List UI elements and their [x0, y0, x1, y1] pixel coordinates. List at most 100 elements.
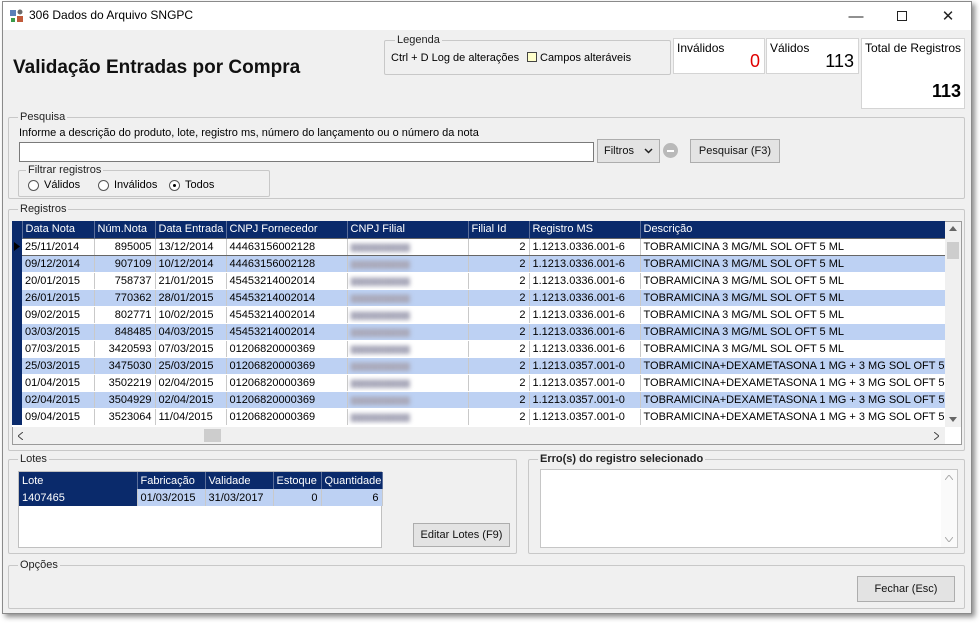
scroll-thumb[interactable]	[204, 429, 221, 442]
search-input[interactable]	[19, 142, 594, 162]
data-nota-cell[interactable]: 09/02/2015	[22, 306, 95, 324]
cnpj-fornecedor-cell[interactable]: 01206820000369	[226, 357, 348, 375]
cnpj-filial-cell[interactable]: ████████████	[347, 408, 469, 426]
cnpj-fornecedor-cell[interactable]: 44463156002128	[226, 255, 348, 273]
data-nota-cell[interactable]: 09/12/2014	[22, 255, 95, 273]
lotes-col-header[interactable]: Validade	[205, 472, 274, 489]
filial-id-cell[interactable]: 2	[468, 272, 530, 290]
filial-id-cell[interactable]: 2	[468, 357, 530, 375]
data-entrada-cell[interactable]: 25/03/2015	[155, 357, 227, 375]
edit-lotes-button[interactable]: Editar Lotes (F9)	[413, 523, 510, 547]
data-nota-cell[interactable]: 01/04/2015	[22, 374, 95, 392]
registro-ms-cell[interactable]: 1.1213.0336.001-6	[529, 306, 641, 324]
data-nota-cell[interactable]: 07/03/2015	[22, 340, 95, 358]
col-header[interactable]: Núm.Nota	[94, 221, 156, 238]
data-entrada-cell[interactable]: 13/12/2014	[155, 237, 227, 256]
filial-id-cell[interactable]: 2	[468, 408, 530, 426]
table-row[interactable]: 01/04/2015 3502219 02/04/2015 0120682000036…	[12, 374, 945, 392]
data-entrada-cell[interactable]: 10/02/2015	[155, 306, 227, 324]
cnpj-fornecedor-cell[interactable]: 01206820000369	[226, 374, 348, 392]
row-indicator[interactable]	[12, 306, 22, 323]
table-row[interactable]: 20/01/2015 758737 21/01/2015 45453214002014…	[12, 272, 945, 290]
filters-dropdown[interactable]: Filtros	[597, 139, 660, 163]
cnpj-filial-cell[interactable]: ████████████	[347, 323, 469, 341]
descricao-cell[interactable]: TOBRAMICINA 3 MG/ML SOL OFT 5 ML	[640, 323, 945, 341]
data-nota-cell[interactable]: 20/01/2015	[22, 272, 95, 290]
table-row[interactable]: 03/03/2015 848485 04/03/2015 45453214002014…	[12, 323, 945, 341]
row-indicator[interactable]	[12, 391, 22, 408]
lotes-row[interactable]: 1407465 01/03/2015 31/03/2017 0 6	[19, 489, 383, 506]
num-nota-cell[interactable]: 895005	[94, 237, 156, 256]
scroll-down-icon[interactable]	[945, 537, 953, 542]
filial-id-cell[interactable]: 2	[468, 340, 530, 358]
cnpj-filial-cell[interactable]: ████████████	[347, 357, 469, 375]
close-button[interactable]: Fechar (Esc)	[857, 576, 955, 602]
data-nota-cell[interactable]: 02/04/2015	[22, 391, 95, 409]
quantidade-cell[interactable]: 6	[321, 489, 383, 506]
data-nota-cell[interactable]: 09/04/2015	[22, 408, 95, 426]
cnpj-filial-cell[interactable]: ████████████	[347, 374, 469, 392]
descricao-cell[interactable]: TOBRAMICINA+DEXAMETASONA 1 MG + 3 MG SOL…	[640, 357, 945, 375]
cnpj-fornecedor-cell[interactable]: 44463156002128	[226, 237, 348, 256]
row-indicator[interactable]	[12, 408, 22, 425]
col-header[interactable]: Registro MS	[529, 221, 641, 238]
cnpj-filial-cell[interactable]: ████████████	[347, 255, 469, 273]
num-nota-cell[interactable]: 758737	[94, 272, 156, 290]
row-indicator[interactable]	[12, 272, 22, 289]
cnpj-filial-cell[interactable]: ████████████	[347, 272, 469, 290]
registro-ms-cell[interactable]: 1.1213.0357.001-0	[529, 374, 641, 392]
current-row-indicator[interactable]	[12, 238, 22, 255]
descricao-cell[interactable]: TOBRAMICINA 3 MG/ML SOL OFT 5 ML	[640, 340, 945, 358]
data-nota-cell[interactable]: 26/01/2015	[22, 289, 95, 307]
col-header[interactable]: Filial Id	[468, 221, 530, 238]
table-row[interactable]: 26/01/2015 770362 28/01/2015 45453214002014…	[12, 289, 945, 307]
num-nota-cell[interactable]: 802771	[94, 306, 156, 324]
filial-id-cell[interactable]: 2	[468, 391, 530, 409]
data-entrada-cell[interactable]: 07/03/2015	[155, 340, 227, 358]
descricao-cell[interactable]: TOBRAMICINA 3 MG/ML SOL OFT 5 ML	[640, 272, 945, 290]
col-header[interactable]: Descrição	[640, 221, 945, 238]
cnpj-fornecedor-cell[interactable]: 45453214002014	[226, 289, 348, 307]
data-entrada-cell[interactable]: 28/01/2015	[155, 289, 227, 307]
data-entrada-cell[interactable]: 02/04/2015	[155, 391, 227, 409]
scroll-left-icon[interactable]	[18, 432, 23, 440]
records-vertical-scrollbar[interactable]	[945, 222, 961, 427]
row-indicator[interactable]	[12, 323, 22, 340]
registro-ms-cell[interactable]: 1.1213.0357.001-0	[529, 408, 641, 426]
row-indicator[interactable]	[12, 340, 22, 357]
row-indicator[interactable]	[12, 357, 22, 374]
row-indicator[interactable]	[12, 374, 22, 391]
registro-ms-cell[interactable]: 1.1213.0336.001-6	[529, 272, 641, 290]
radio-all[interactable]: Todos	[169, 179, 214, 191]
lote-cell[interactable]: 1407465	[19, 489, 138, 506]
registro-ms-cell[interactable]: 1.1213.0336.001-6	[529, 255, 641, 273]
num-nota-cell[interactable]: 907109	[94, 255, 156, 273]
radio-invalid[interactable]: Inválidos	[98, 179, 157, 191]
filial-id-cell[interactable]: 2	[468, 306, 530, 324]
data-entrada-cell[interactable]: 02/04/2015	[155, 374, 227, 392]
scroll-right-icon[interactable]	[934, 432, 939, 440]
table-row[interactable]: 07/03/2015 3420593 07/03/2015 0120682000036…	[12, 340, 945, 358]
clear-filter-button[interactable]	[663, 143, 678, 158]
num-nota-cell[interactable]: 3502219	[94, 374, 156, 392]
table-row[interactable]: 25/11/2014 895005 13/12/2014 44463156002128…	[12, 237, 945, 256]
scroll-thumb[interactable]	[947, 242, 959, 259]
close-window-button[interactable]: ✕	[925, 2, 971, 30]
errors-textarea[interactable]	[540, 469, 958, 548]
cnpj-fornecedor-cell[interactable]: 01206820000369	[226, 340, 348, 358]
filial-id-cell[interactable]: 2	[468, 289, 530, 307]
col-header[interactable]: Data Nota	[22, 221, 95, 238]
descricao-cell[interactable]: TOBRAMICINA 3 MG/ML SOL OFT 5 ML	[640, 255, 945, 273]
minimize-button[interactable]: —	[833, 2, 879, 30]
descricao-cell[interactable]: TOBRAMICINA+DEXAMETASONA 1 MG + 3 MG SOL…	[640, 408, 945, 426]
errors-scrollbar[interactable]	[941, 470, 957, 547]
filial-id-cell[interactable]: 2	[468, 237, 530, 256]
lotes-col-header[interactable]: Quantidade	[321, 472, 383, 489]
num-nota-cell[interactable]: 3475030	[94, 357, 156, 375]
registro-ms-cell[interactable]: 1.1213.0336.001-6	[529, 237, 641, 256]
num-nota-cell[interactable]: 848485	[94, 323, 156, 341]
data-entrada-cell[interactable]: 11/04/2015	[155, 408, 227, 426]
cnpj-fornecedor-cell[interactable]: 45453214002014	[226, 272, 348, 290]
col-header[interactable]: CNPJ Filial	[347, 221, 469, 238]
num-nota-cell[interactable]: 3504929	[94, 391, 156, 409]
